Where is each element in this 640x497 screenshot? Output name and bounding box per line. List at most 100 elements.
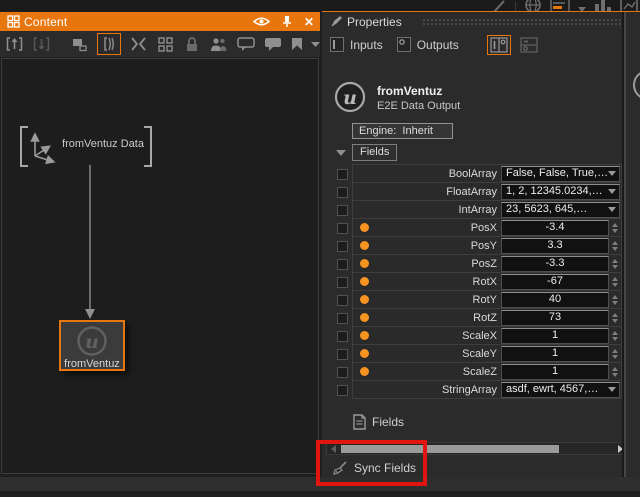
eye-icon[interactable] — [253, 16, 270, 27]
field-row: PosY 3.3 — [330, 236, 622, 255]
fields-footer-item[interactable]: Fields — [352, 414, 404, 430]
value-spinner[interactable] — [609, 346, 620, 362]
spinner-down-icon — [612, 265, 618, 269]
field-checkbox[interactable] — [337, 295, 348, 306]
field-row: FloatArray 1, 2, 12345.0234,… — [330, 182, 622, 201]
comment-filled-icon[interactable] — [263, 34, 283, 54]
binding-dot-icon — [360, 277, 369, 286]
io-stack-icon[interactable] — [517, 35, 541, 55]
export-icon[interactable] — [4, 34, 24, 54]
field-value-input[interactable]: asdf, ewrt, 4567,… — [501, 382, 620, 398]
users-icon[interactable] — [209, 34, 229, 54]
spinner-up-icon — [612, 367, 618, 371]
tab-inputs[interactable]: Inputs — [350, 38, 383, 52]
spinner-up-icon — [612, 259, 618, 263]
pin-icon[interactable] — [282, 15, 292, 28]
profiler-icon[interactable] — [550, 0, 570, 11]
dropdown-caret-icon — [608, 387, 616, 392]
field-row-body: StringArray asdf, ewrt, 4567,… — [352, 380, 622, 399]
spinner-down-icon — [612, 283, 618, 287]
import-icon[interactable] — [31, 34, 51, 54]
field-value-input[interactable]: -67 — [501, 274, 609, 290]
field-checkbox[interactable] — [337, 241, 348, 252]
spinner-up-icon — [612, 241, 618, 245]
value-spinner[interactable] — [609, 274, 620, 290]
value-spinner[interactable] — [609, 220, 620, 236]
field-value-input[interactable]: 73 — [501, 310, 609, 326]
field-value-input[interactable]: 1, 2, 12345.0234,… — [501, 184, 620, 200]
field-label: ScaleX — [369, 330, 501, 342]
value-spinner[interactable] — [609, 292, 620, 308]
field-checkbox[interactable] — [337, 169, 348, 180]
layout-icon[interactable] — [620, 0, 638, 11]
field-row: BoolArray False, False, True,… — [330, 164, 622, 183]
field-label: RotZ — [369, 312, 501, 324]
field-row: RotZ 73 — [330, 308, 622, 327]
fields-section-header[interactable]: Fields — [352, 144, 397, 161]
dropdown-caret-icon[interactable] — [578, 4, 586, 11]
field-checkbox[interactable] — [337, 385, 348, 396]
field-row: PosZ -3.3 — [330, 254, 622, 273]
field-checkbox[interactable] — [337, 205, 348, 216]
layers-icon[interactable] — [97, 33, 121, 55]
value-spinner[interactable] — [609, 328, 620, 344]
comment-icon[interactable] — [236, 34, 256, 54]
engine-dropdown[interactable]: Engine: Inherit — [352, 123, 453, 139]
stats-icon[interactable] — [594, 0, 612, 11]
field-value-input[interactable]: 1 — [501, 328, 609, 344]
lock-icon[interactable] — [182, 34, 202, 54]
pen-icon[interactable] — [491, 0, 507, 11]
value-spinner[interactable] — [609, 310, 620, 326]
unreal-engine-logo-icon: u — [76, 325, 108, 357]
binding-dot-icon — [360, 259, 369, 268]
field-value-input[interactable]: False, False, True,… — [501, 166, 620, 182]
content-panel-titlebar[interactable]: Content ✕ — [0, 12, 320, 31]
value-spinner[interactable] — [609, 238, 620, 254]
spinner-down-icon — [612, 337, 618, 341]
tab-outputs[interactable]: Outputs — [417, 38, 459, 52]
section-collapse-caret-icon[interactable] — [336, 150, 346, 156]
field-row: ScaleY 1 — [330, 344, 622, 363]
field-label: BoolArray — [369, 168, 501, 180]
inputs-icon — [330, 37, 344, 52]
field-row: IntArray 23, 5623, 645,… — [330, 200, 622, 219]
collapse-icon[interactable] — [128, 34, 148, 54]
field-checkbox[interactable] — [337, 313, 348, 324]
field-checkbox[interactable] — [337, 277, 348, 288]
clipped-properties-column — [626, 12, 640, 477]
value-spinner[interactable] — [609, 364, 620, 380]
spinner-up-icon — [612, 349, 618, 353]
field-value-input[interactable]: -3.3 — [501, 256, 609, 272]
grid-icon[interactable] — [155, 34, 175, 54]
dropdown-caret-icon[interactable] — [311, 40, 320, 48]
close-icon[interactable]: ✕ — [304, 16, 314, 28]
content-graph-canvas[interactable]: fromVentuz Data u fromVentuz — [1, 58, 319, 474]
field-checkbox[interactable] — [337, 187, 348, 198]
axes-icon — [26, 130, 56, 164]
properties-tabs: Inputs Outputs — [322, 31, 640, 58]
field-value-input[interactable]: 1 — [501, 346, 609, 362]
field-checkbox[interactable] — [337, 349, 348, 360]
node-label: fromVentuz — [64, 358, 120, 370]
field-value-input[interactable]: 3.3 — [501, 238, 609, 254]
field-checkbox[interactable] — [337, 223, 348, 234]
spinner-down-icon — [612, 355, 618, 359]
field-value-input[interactable]: 40 — [501, 292, 609, 308]
bookmark-icon[interactable] — [290, 34, 304, 54]
field-checkbox[interactable] — [337, 331, 348, 342]
field-checkbox[interactable] — [337, 259, 348, 270]
field-row-body: IntArray 23, 5623, 645,… — [352, 200, 622, 219]
field-row-body: ScaleX 1 — [352, 326, 622, 345]
value-spinner[interactable] — [609, 256, 620, 272]
add-node-icon[interactable] — [70, 34, 90, 54]
spinner-up-icon — [612, 295, 618, 299]
io-split-icon[interactable] — [487, 35, 511, 55]
field-value-input[interactable]: -3.4 — [501, 220, 609, 236]
node-fromventuz[interactable]: u fromVentuz — [59, 320, 125, 371]
properties-titlebar[interactable]: Properties — [322, 12, 640, 31]
field-value-input[interactable]: 1 — [501, 364, 609, 380]
field-value-input[interactable]: 23, 5623, 645,… — [501, 202, 620, 218]
node-fromventuz-data[interactable]: fromVentuz Data — [20, 126, 152, 167]
globe-icon[interactable] — [524, 0, 542, 11]
field-checkbox[interactable] — [337, 367, 348, 378]
